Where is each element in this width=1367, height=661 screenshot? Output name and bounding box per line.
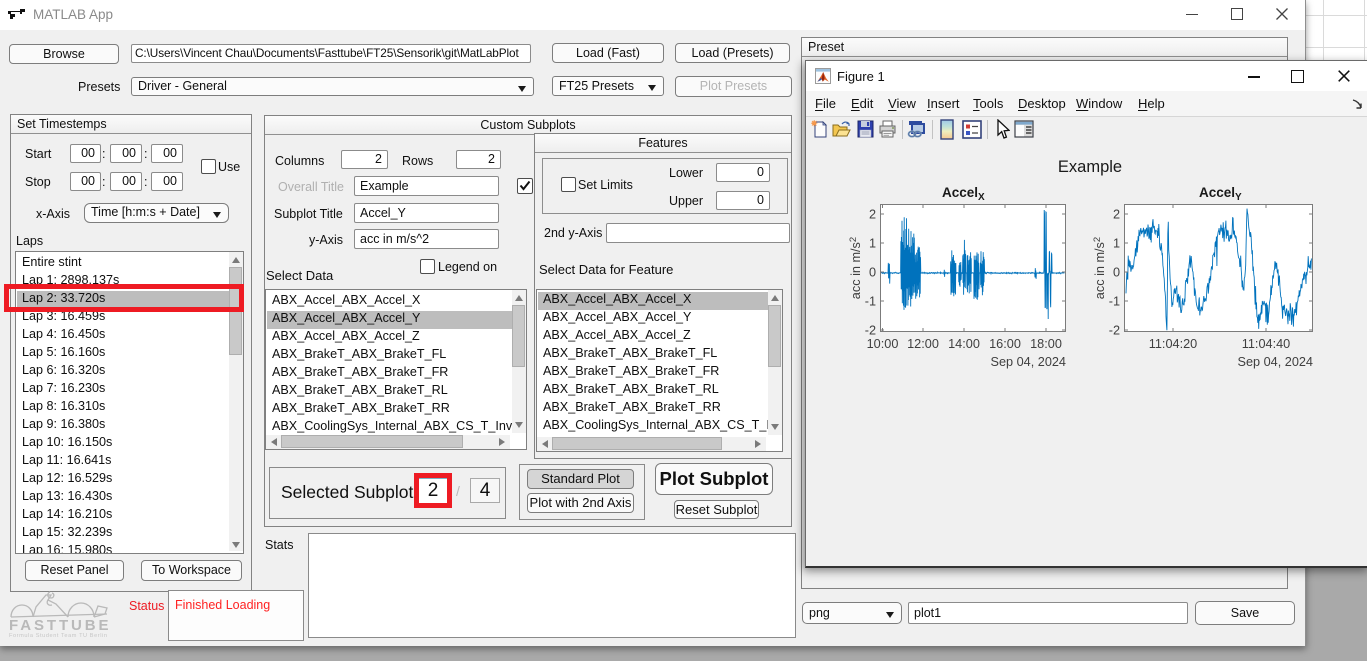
svg-text:-1: -1 [865,295,876,309]
svg-text:1: 1 [1113,237,1120,251]
svg-text:Sep 04, 2024: Sep 04, 2024 [1238,355,1314,369]
svg-text:11:04:40: 11:04:40 [1242,337,1290,351]
svg-text:acc in m/s2: acc in m/s2 [1092,237,1107,299]
svg-text:Example: Example [1058,158,1122,176]
svg-text:-1: -1 [1109,295,1120,309]
svg-text:Sep 04, 2024: Sep 04, 2024 [991,355,1067,369]
svg-text:0: 0 [1113,266,1120,280]
svg-text:-2: -2 [865,324,876,338]
svg-text:-2: -2 [1109,324,1120,338]
svg-text:16:00: 16:00 [989,337,1021,351]
svg-text:11:04:20: 11:04:20 [1149,337,1197,351]
svg-text:FASTTUBE: FASTTUBE [9,617,109,634]
svg-text:18:00: 18:00 [1030,337,1062,351]
svg-text:2: 2 [869,208,876,222]
svg-text:10:00: 10:00 [867,337,899,351]
svg-text:1: 1 [869,237,876,251]
svg-text:14:00: 14:00 [948,337,980,351]
svg-text:0: 0 [869,266,876,280]
svg-text:Formula Student Team TU Berlin: Formula Student Team TU Berlin [9,633,107,639]
svg-text:12:00: 12:00 [907,337,939,351]
svg-text:acc in m/s2: acc in m/s2 [848,237,863,299]
svg-text:2: 2 [1113,208,1120,222]
